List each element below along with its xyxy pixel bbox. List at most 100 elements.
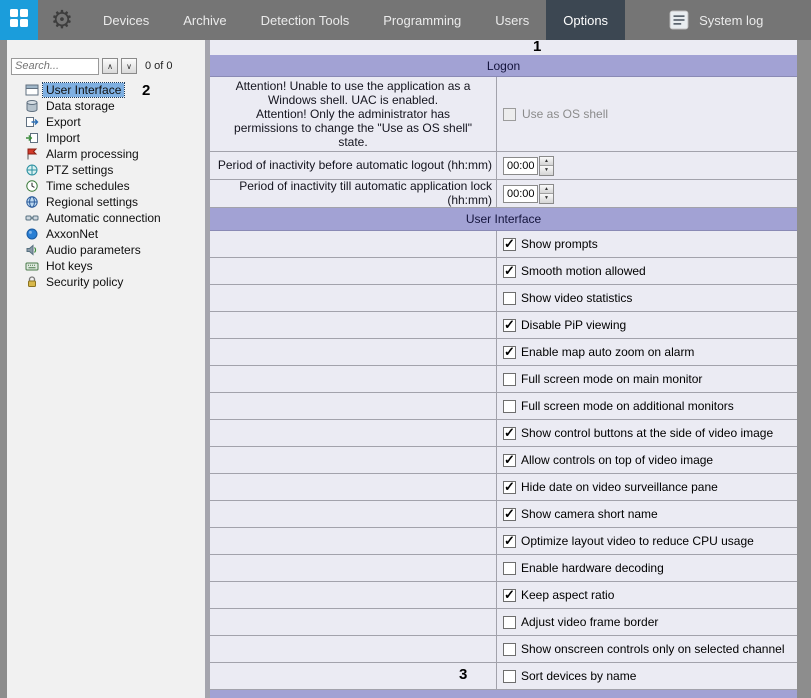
option-label: Show onscreen controls only on selected … bbox=[521, 642, 785, 656]
sidebar-item-ptz-settings[interactable]: PTZ settings bbox=[25, 162, 205, 178]
sidebar-item-time-schedules[interactable]: Time schedules bbox=[25, 178, 205, 194]
use-as-os-shell-label: Use as OS shell bbox=[522, 107, 608, 121]
sidebar-item-label: Hot keys bbox=[43, 259, 96, 273]
onscreen-controls-selected-channel-checkbox[interactable] bbox=[503, 643, 516, 656]
right-edge-strip bbox=[797, 40, 811, 698]
keyboard-icon bbox=[25, 259, 39, 273]
triangle-down-icon: ▼ bbox=[544, 195, 549, 201]
sidebar-item-label: Alarm processing bbox=[43, 147, 142, 161]
option-row: Show camera short name bbox=[210, 501, 797, 528]
hide-date-checkbox[interactable] bbox=[503, 481, 516, 494]
optimize-layout-checkbox[interactable] bbox=[503, 535, 516, 548]
spinner-up-button[interactable]: ▲ bbox=[540, 157, 553, 167]
speaker-icon bbox=[25, 243, 39, 257]
crosshair-icon bbox=[25, 163, 39, 177]
menu-item-devices[interactable]: Devices bbox=[86, 0, 166, 40]
disable-pip-checkbox[interactable] bbox=[503, 319, 516, 332]
sidebar-item-label: Import bbox=[43, 131, 83, 145]
control-buttons-side-checkbox[interactable] bbox=[503, 427, 516, 440]
option-row: Full screen mode on additional monitors bbox=[210, 393, 797, 420]
sidebar-item-axxonnet[interactable]: AxxonNet bbox=[25, 226, 205, 242]
red-flag-icon bbox=[25, 147, 39, 161]
option-label: Hide date on video surveillance pane bbox=[521, 480, 718, 494]
show-video-statistics-checkbox[interactable] bbox=[503, 292, 516, 305]
logon-section-header: Logon bbox=[210, 55, 797, 77]
options-sidebar: ∧ ∨ 0 of 0 User Interface Data storage E… bbox=[7, 40, 205, 698]
sidebar-item-label: Export bbox=[43, 115, 84, 129]
blue-sphere-icon bbox=[25, 227, 39, 241]
lock-icon bbox=[25, 275, 39, 289]
menu-item-users[interactable]: Users bbox=[478, 0, 546, 40]
video-frame-border-checkbox[interactable] bbox=[503, 616, 516, 629]
option-label: Keep aspect ratio bbox=[521, 588, 614, 602]
sidebar-item-data-storage[interactable]: Data storage bbox=[25, 98, 205, 114]
annotation-step-2: 2 bbox=[142, 82, 150, 99]
option-row: Enable map auto zoom on alarm bbox=[210, 339, 797, 366]
attention-notice: Attention! Unable to use the application… bbox=[210, 77, 497, 151]
sidebar-item-label: Data storage bbox=[43, 99, 118, 113]
menu-item-archive[interactable]: Archive bbox=[166, 0, 243, 40]
inactivity-logout-row: Period of inactivity before automatic lo… bbox=[210, 152, 797, 180]
map-auto-zoom-checkbox[interactable] bbox=[503, 346, 516, 359]
inactivity-logout-label: Period of inactivity before automatic lo… bbox=[210, 152, 497, 179]
sidebar-item-user-interface[interactable]: User Interface bbox=[25, 82, 205, 98]
inactivity-lock-value[interactable]: 00:00 bbox=[503, 185, 538, 203]
settings-gear-button[interactable]: ⚙ bbox=[38, 0, 86, 40]
fullscreen-additional-monitors-checkbox[interactable] bbox=[503, 400, 516, 413]
chevron-up-icon: ∧ bbox=[107, 62, 113, 71]
search-match-count: 0 of 0 bbox=[145, 60, 173, 72]
triangle-down-icon: ▼ bbox=[544, 167, 549, 173]
sidebar-item-export[interactable]: Export bbox=[25, 114, 205, 130]
gear-icon: ⚙ bbox=[51, 5, 73, 35]
app-menu-button[interactable] bbox=[0, 0, 38, 40]
sidebar-item-alarm-processing[interactable]: Alarm processing bbox=[25, 146, 205, 162]
show-prompts-checkbox[interactable] bbox=[503, 238, 516, 251]
search-next-button[interactable]: ∨ bbox=[121, 58, 137, 74]
menu-item-detection-tools[interactable]: Detection Tools bbox=[244, 0, 367, 40]
option-row: Show onscreen controls only on selected … bbox=[210, 636, 797, 663]
spinner-down-button[interactable]: ▼ bbox=[540, 194, 553, 203]
layout-grid-icon bbox=[9, 8, 29, 33]
sidebar-item-security-policy[interactable]: Security policy bbox=[25, 274, 205, 290]
sidebar-item-regional-settings[interactable]: Regional settings bbox=[25, 194, 205, 210]
controls-on-top-checkbox[interactable] bbox=[503, 454, 516, 467]
smooth-motion-checkbox[interactable] bbox=[503, 265, 516, 278]
option-label: Show video statistics bbox=[521, 291, 632, 305]
sidebar-item-label: Automatic connection bbox=[43, 211, 164, 225]
user-interface-section-header: User Interface bbox=[210, 208, 797, 231]
camera-short-name-checkbox[interactable] bbox=[503, 508, 516, 521]
spinner-up-button[interactable]: ▲ bbox=[540, 185, 553, 195]
option-label: Full screen mode on additional monitors bbox=[521, 399, 734, 413]
menu-item-programming[interactable]: Programming bbox=[366, 0, 478, 40]
spinner-down-button[interactable]: ▼ bbox=[540, 166, 553, 175]
search-previous-button[interactable]: ∧ bbox=[102, 58, 118, 74]
sort-devices-checkbox[interactable] bbox=[503, 670, 516, 683]
option-row: Smooth motion allowed bbox=[210, 258, 797, 285]
sidebar-item-audio-parameters[interactable]: Audio parameters bbox=[25, 242, 205, 258]
option-row: Keep aspect ratio bbox=[210, 582, 797, 609]
database-icon bbox=[25, 99, 39, 113]
chevron-down-icon: ∨ bbox=[126, 62, 132, 71]
triangle-up-icon: ▲ bbox=[544, 186, 549, 192]
option-label: Show camera short name bbox=[521, 507, 658, 521]
option-label: Enable hardware decoding bbox=[521, 561, 664, 575]
fullscreen-main-monitor-checkbox[interactable] bbox=[503, 373, 516, 386]
inactivity-logout-value[interactable]: 00:00 bbox=[503, 157, 538, 175]
sidebar-item-label: Audio parameters bbox=[43, 243, 144, 257]
hardware-decoding-checkbox[interactable] bbox=[503, 562, 516, 575]
option-row: Hide date on video surveillance pane bbox=[210, 474, 797, 501]
option-label: Smooth motion allowed bbox=[521, 264, 646, 278]
menu-item-system-log[interactable]: System log bbox=[651, 0, 780, 40]
sidebar-item-hot-keys[interactable]: Hot keys bbox=[25, 258, 205, 274]
use-as-os-shell-checkbox[interactable] bbox=[503, 108, 516, 121]
sidebar-item-automatic-connection[interactable]: Automatic connection bbox=[25, 210, 205, 226]
search-input[interactable] bbox=[11, 58, 99, 75]
sidebar-item-label: AxxonNet bbox=[43, 227, 101, 241]
sidebar-item-import[interactable]: Import bbox=[25, 130, 205, 146]
option-row: Show video statistics bbox=[210, 285, 797, 312]
system-log-label: System log bbox=[699, 13, 763, 28]
option-label: Adjust video frame border bbox=[521, 615, 658, 629]
keep-aspect-ratio-checkbox[interactable] bbox=[503, 589, 516, 602]
menu-item-options[interactable]: Options bbox=[546, 0, 625, 40]
option-row: Enable hardware decoding bbox=[210, 555, 797, 582]
